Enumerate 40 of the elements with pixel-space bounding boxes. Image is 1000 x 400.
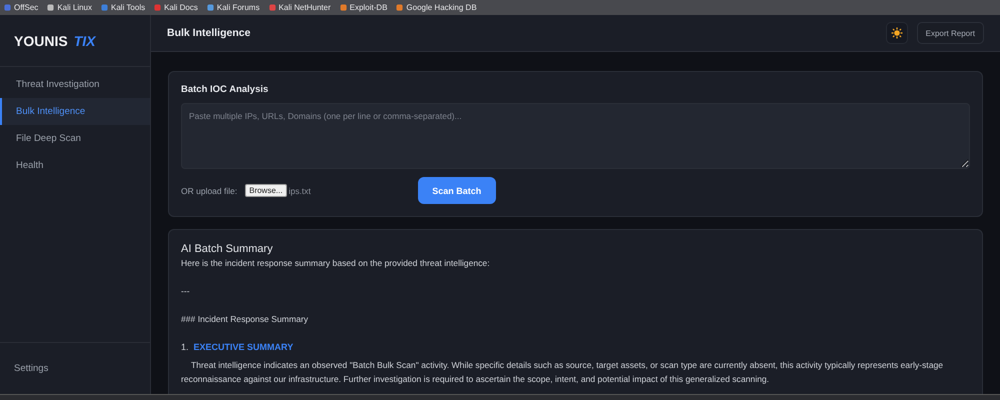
brand-name: YOUNIS bbox=[14, 32, 68, 48]
brand-accent: TIX bbox=[74, 32, 96, 48]
summary-text: --- bbox=[181, 285, 191, 298]
upload-label: OR upload file: bbox=[181, 186, 238, 196]
card-title: AI Batch Summary bbox=[181, 242, 274, 256]
page-title: Bulk Intelligence bbox=[167, 27, 252, 39]
card-title: Batch IOC Analysis bbox=[181, 84, 270, 95]
ioc-input-field[interactable]: Paste multiple IPs, URLs, Domains (one per line or comma-separated)... bbox=[181, 103, 970, 169]
bookmark-link[interactable]: Kali Linux bbox=[57, 3, 92, 12]
bookmark-icon bbox=[206, 4, 214, 11]
file-name: ips.txt bbox=[288, 186, 311, 196]
sidebar-item[interactable]: Threat Investigation bbox=[0, 71, 150, 98]
bookmark-link[interactable]: OffSec bbox=[14, 3, 38, 12]
sidebar-item[interactable]: File Deep Scan bbox=[0, 125, 150, 152]
bookmark-link[interactable]: Google Hacking DB bbox=[406, 3, 477, 12]
export-report-button[interactable]: Export Report bbox=[916, 22, 984, 44]
summary-text: Here is the incident response summary based on the provided threat intelligence: bbox=[181, 257, 491, 270]
bookmark-link[interactable]: Kali NetHunter bbox=[278, 3, 331, 12]
bookmark-link[interactable]: Kali Forums bbox=[216, 3, 260, 12]
browse-button[interactable]: Browse... bbox=[245, 184, 287, 197]
sun-icon bbox=[890, 27, 903, 39]
theme-toggle-button[interactable] bbox=[886, 22, 908, 44]
sidebar-item[interactable]: Bulk Intelligence bbox=[0, 98, 150, 125]
bookmark-link[interactable]: Exploit-DB bbox=[350, 3, 388, 12]
bookmark-icon bbox=[4, 4, 11, 11]
scan-batch-button[interactable]: Scan Batch bbox=[418, 177, 496, 204]
bookmark-link[interactable]: Kali Docs bbox=[164, 3, 198, 12]
bookmark-icon bbox=[154, 4, 162, 11]
bookmark-icon bbox=[47, 4, 54, 11]
list-number: 1. bbox=[181, 341, 189, 354]
settings-link[interactable]: Settings bbox=[14, 363, 48, 374]
bookmark-icon bbox=[340, 4, 347, 11]
sidebar-item[interactable]: Health bbox=[0, 152, 150, 179]
summary-paragraph: Threat intelligence indicates an observed "Batch Bulk Scan" activity. While specific details such as source, target assets, or scan type are currently absent, this activity typically represents early-stage reconnaissance against our infrastructure. Further investigation is required to ascertain the scope, intent, and potential impact of this generalized scanning. bbox=[181, 359, 944, 386]
section-heading: EXECUTIVE SUMMARY bbox=[194, 341, 294, 354]
bookmark-link[interactable]: Kali Tools bbox=[111, 3, 146, 12]
bookmark-icon bbox=[396, 4, 404, 11]
bookmark-icon bbox=[268, 4, 276, 11]
summary-text: ### Incident Response Summary bbox=[181, 313, 310, 326]
bookmark-icon bbox=[101, 4, 108, 11]
